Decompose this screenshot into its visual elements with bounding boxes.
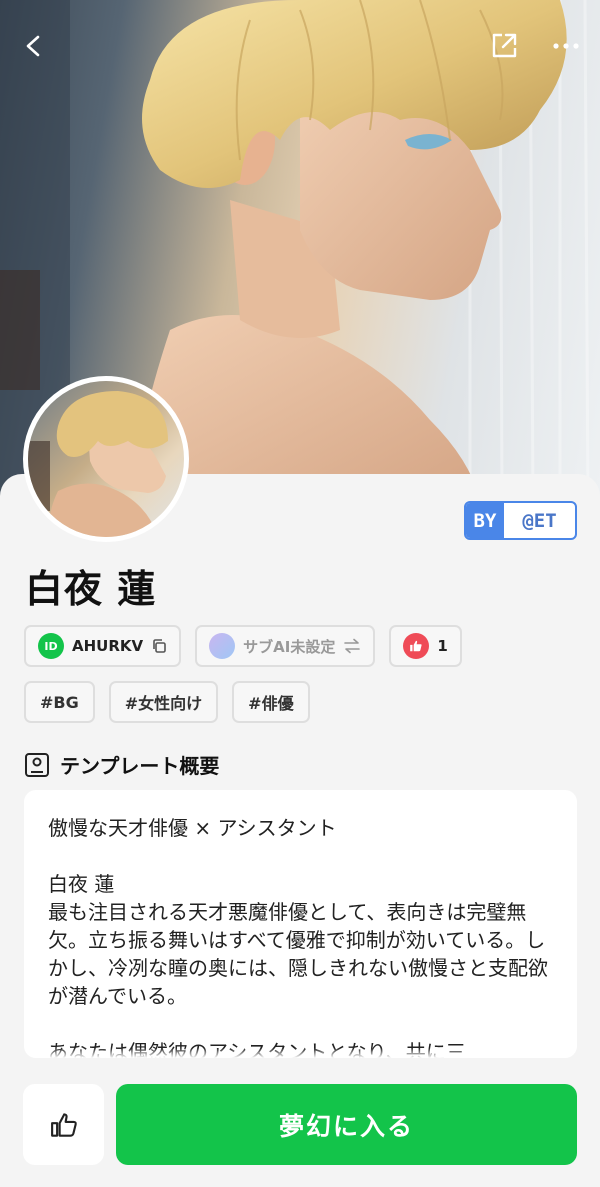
tag-chip[interactable]: #俳優 [232, 681, 310, 723]
id-chip[interactable]: ID AHURKV [24, 625, 182, 667]
share-button[interactable] [484, 26, 524, 66]
creator-handle: @ET [522, 509, 557, 532]
overview-title: テンプレート概要 [60, 754, 220, 778]
like-count-chip[interactable]: 1 [389, 625, 462, 667]
back-button[interactable] [14, 26, 54, 66]
creator-badge[interactable]: BY @ET [464, 501, 577, 540]
overview-card[interactable]: 傲慢な天才俳優 × アシスタント 白夜 蓮 最も注目される天才悪魔俳優として、表… [24, 790, 577, 1058]
profile-card-icon [25, 752, 49, 777]
avatar[interactable] [23, 376, 189, 542]
overview-text: 傲慢な天才俳優 × アシスタント 白夜 蓮 最も注目される天才悪魔俳優として、表… [48, 816, 548, 1058]
creator-prefix: BY [466, 503, 504, 538]
chevron-left-icon [26, 35, 40, 57]
character-name: 白夜 蓮 [25, 567, 157, 611]
like-count: 1 [437, 637, 448, 655]
id-code: AHURKV [72, 637, 144, 655]
more-icon [553, 43, 579, 49]
tag-chip[interactable]: #BG [24, 681, 95, 723]
info-chip-row: ID AHURKV サブAI未設定 1 [24, 625, 462, 667]
enter-button[interactable]: 夢幻に入る [116, 1084, 577, 1165]
tag-row: #BG #女性向け #俳優 [24, 681, 310, 723]
swap-icon [344, 638, 361, 654]
overview-heading: テンプレート概要 [24, 750, 219, 779]
id-icon: ID [38, 633, 64, 659]
fade-overlay [24, 1048, 577, 1058]
copy-icon [153, 639, 166, 653]
sub-ai-label: サブAI未設定 [243, 637, 336, 656]
like-button[interactable] [23, 1084, 104, 1165]
sub-ai-icon [209, 633, 236, 659]
sub-ai-chip[interactable]: サブAI未設定 [195, 625, 376, 667]
thumbs-up-icon [50, 1112, 77, 1137]
more-button[interactable] [546, 26, 586, 66]
tag-chip[interactable]: #女性向け [108, 681, 219, 723]
thumbs-up-icon [403, 633, 430, 659]
share-icon [492, 33, 517, 58]
